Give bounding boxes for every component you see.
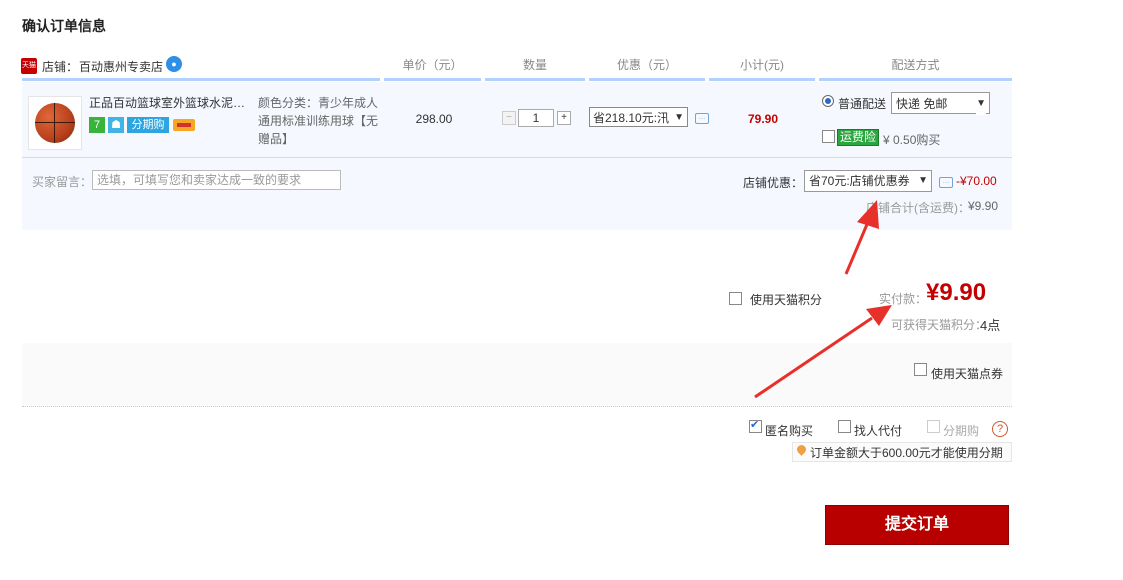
shop-label: 店铺： (42, 60, 79, 74)
installment-label: 分期购 (943, 424, 980, 438)
shop-total-label: 店铺合计(含运费)： (866, 201, 970, 215)
tmall-coupon-checkbox[interactable] (914, 363, 927, 376)
header-divider (819, 78, 1012, 81)
anonymous-label: 匿名购买 (765, 424, 814, 438)
shop-promo-select[interactable]: 省70元:店铺优惠券 ▼ (804, 170, 932, 192)
check-icon: ✔ (750, 419, 760, 431)
tmall-shop-icon: 天猫 (21, 58, 37, 74)
credit-card-icon[interactable] (173, 119, 195, 131)
submit-order-button[interactable]: 提交订单 (825, 505, 1009, 545)
insurance-price: ¥ 0.50购买 (883, 133, 941, 147)
item-subtotal: 79.90 (747, 112, 779, 126)
header-divider (384, 78, 481, 81)
item-promo-select[interactable]: 省218.10元:汛 ▼ (589, 107, 688, 127)
paid-label: 实付款： (879, 292, 928, 306)
header-divider (22, 78, 380, 81)
anonymous-checkbox[interactable]: ✔ (749, 419, 762, 433)
radio-selected-dot (825, 98, 831, 104)
sku-info: 颜色分类：青少年成人通用标准训练用球【无赠品】 (258, 94, 383, 148)
message-label: 买家留言： (32, 175, 93, 189)
pay-for-me-checkbox[interactable] (838, 420, 851, 433)
header-divider (485, 78, 585, 81)
quantity-increase-button[interactable]: + (557, 111, 571, 125)
item-promo-value: 省218.10元:汛 (593, 111, 670, 125)
page-title: 确认订单信息 (22, 18, 106, 34)
ball-seam (54, 103, 55, 143)
delivery-radio[interactable] (822, 95, 834, 107)
promo-info-icon[interactable]: … (695, 113, 709, 124)
chevron-down-icon: ▼ (976, 93, 986, 115)
installment-badge[interactable]: 分期购 (127, 117, 169, 133)
product-title-link[interactable]: 正品百动篮球室外篮球水泥地耐磨7号 (89, 94, 249, 111)
earn-points-value: 4点 (980, 318, 1001, 333)
sku-label: 颜色分类： (258, 96, 319, 110)
header-divider (589, 78, 705, 81)
tmall-points-label: 使用天猫积分 (750, 293, 823, 307)
header-discount: 优惠（元） (616, 58, 677, 72)
tmall-points-checkbox[interactable] (729, 292, 742, 305)
shop-promo-label: 店铺优惠： (743, 176, 804, 190)
header-delivery: 配送方式 (891, 58, 940, 72)
shop-name-link[interactable]: 百动惠州专卖店 (79, 58, 163, 75)
help-icon[interactable]: ? (992, 421, 1008, 437)
shop-promo-value: 省70元:店铺优惠券 (809, 174, 910, 188)
earn-points-label: 可获得天猫积分： (891, 318, 988, 332)
tmall-coupon-label: 使用天猫点券 (931, 367, 1004, 381)
installment-checkbox[interactable] (927, 420, 940, 433)
shop-promo-info-icon[interactable]: … (939, 177, 953, 188)
quantity-input[interactable]: 1 (518, 109, 554, 127)
insurance-checkbox[interactable] (822, 130, 835, 143)
basketball-image (35, 103, 75, 143)
card-stripe (177, 123, 191, 127)
shop-promo-amount: -¥70.00 (956, 174, 997, 188)
guarantee-shield-icon[interactable]: ☗ (108, 117, 124, 133)
ball-seam (35, 122, 75, 123)
shop-total-value: ¥9.90 (968, 199, 999, 213)
paid-amount: ¥9.90 (926, 279, 987, 306)
header-unit-price: 单价（元） (402, 58, 463, 72)
header-divider (709, 78, 815, 81)
buyer-message-input[interactable]: 选填，可填写您和卖家达成一致的要求 (92, 170, 341, 190)
unit-price: 298.00 (415, 112, 453, 126)
installment-tip-text: 订单金额大于600.00元才能使用分期 (810, 446, 1003, 460)
header-subtotal: 小计(元) (740, 58, 784, 72)
wangwang-chat-icon[interactable]: ● (166, 56, 182, 72)
chevron-down-icon: ▼ (674, 108, 684, 126)
delivery-method-select[interactable]: 快递 免邮 ▼ (891, 92, 990, 115)
insurance-badge: 运费险 (837, 129, 880, 146)
message-row (22, 158, 1012, 230)
delivery-option-label: 普通配送 (838, 97, 887, 111)
chevron-down-icon: ▼ (918, 171, 928, 191)
quantity-decrease-button[interactable]: − (502, 111, 516, 125)
header-quantity: 数量 (522, 58, 547, 72)
product-thumbnail[interactable] (28, 96, 82, 150)
pay-for-me-label: 找人代付 (854, 424, 903, 438)
coupon-row (22, 343, 1012, 407)
delivery-method-value: 快递 免邮 (896, 97, 948, 111)
seven-day-return-icon[interactable]: 7 (89, 117, 105, 133)
